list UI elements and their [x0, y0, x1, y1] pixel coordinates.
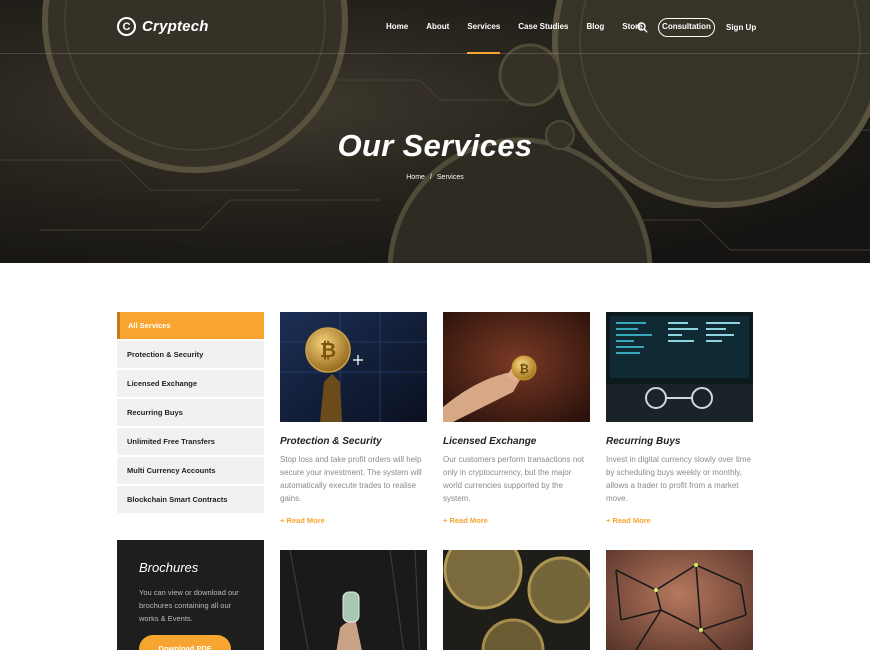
nav-home[interactable]: Home — [386, 0, 408, 54]
sidebar-item-recurring-buys[interactable]: Recurring Buys — [117, 399, 264, 426]
breadcrumb: Home / Services — [0, 174, 870, 181]
nav-about[interactable]: About — [426, 0, 449, 54]
top-navbar: C Cryptech Home About Services Case Stud… — [0, 0, 870, 54]
brand-logo[interactable]: C Cryptech — [117, 17, 209, 36]
sidebar-item-blockchain-smart-contracts[interactable]: Blockchain Smart Contracts — [117, 486, 264, 513]
service-image-hand-coin[interactable]: ₿ — [443, 312, 590, 422]
breadcrumb-home[interactable]: Home — [406, 174, 425, 181]
brochure-description: You can view or download our brochures c… — [139, 588, 239, 623]
nav-services[interactable]: Services — [467, 0, 500, 54]
service-title[interactable]: Recurring Buys — [606, 436, 753, 447]
service-image-bitcoin-stand[interactable]: ₿ — [280, 312, 427, 422]
consultation-button[interactable]: Consultation — [658, 18, 715, 37]
read-more-link[interactable]: + Read More — [606, 516, 651, 525]
brochure-title: Brochures — [139, 560, 199, 575]
service-title[interactable]: Licensed Exchange — [443, 436, 590, 447]
service-image-coins-circuit[interactable] — [443, 550, 590, 650]
service-description: Invest in digital currency slowly over t… — [606, 455, 751, 503]
service-description: Stop loss and take profit orders will he… — [280, 455, 422, 503]
sign-up-link[interactable]: Sign Up — [726, 23, 756, 32]
nav-case-studies[interactable]: Case Studies — [518, 0, 568, 54]
read-more-link[interactable]: + Read More — [443, 516, 488, 525]
main-menu: Home About Services Case Studies Blog St… — [386, 0, 661, 54]
service-image-network-mesh[interactable] — [606, 550, 753, 650]
search-icon[interactable] — [637, 22, 648, 33]
read-more-label: Read More — [449, 516, 488, 525]
service-image-trading-screens[interactable] — [606, 312, 753, 422]
sidebar-item-multi-currency-accounts[interactable]: Multi Currency Accounts — [117, 457, 264, 484]
sidebar-item-all-services[interactable]: All Services — [117, 312, 264, 339]
service-title[interactable]: Protection & Security — [280, 436, 427, 447]
service-card-licensed-exchange: ₿ Licensed Exchange Our customers perfor… — [443, 312, 590, 525]
service-card-row2-3 — [606, 550, 753, 650]
brand-logo-icon: C — [117, 17, 136, 36]
service-card-row2-2 — [443, 550, 590, 650]
svg-text:₿: ₿ — [320, 338, 336, 362]
read-more-link[interactable]: + Read More — [280, 516, 325, 525]
service-card-protection-security: ₿ Protection & Security Stop loss and ta… — [280, 312, 427, 525]
sidebar-item-protection-security[interactable]: Protection & Security — [117, 341, 264, 368]
read-more-label: Read More — [612, 516, 651, 525]
service-description: Our customers perform transactions not o… — [443, 455, 584, 503]
breadcrumb-current: Services — [436, 174, 464, 181]
page-title: Our Services — [337, 128, 533, 163]
download-pdf-button[interactable]: Download PDF — [139, 635, 231, 650]
service-image-hand-money-roll[interactable] — [280, 550, 427, 650]
sidebar-item-unlimited-free-transfers[interactable]: Unlimited Free Transfers — [117, 428, 264, 455]
service-card-recurring-buys: Recurring Buys Invest in digital currenc… — [606, 312, 753, 525]
brochure-panel: Brochures You can view or download our b… — [117, 540, 264, 650]
read-more-label: Read More — [286, 516, 325, 525]
sidebar-item-licensed-exchange[interactable]: Licensed Exchange — [117, 370, 264, 397]
service-card-row2-1 — [280, 550, 427, 650]
nav-blog[interactable]: Blog — [587, 0, 605, 54]
breadcrumb-separator: / — [429, 174, 432, 181]
brand-name: Cryptech — [142, 18, 209, 35]
services-category-list: All Services Protection & Security Licen… — [117, 312, 264, 515]
svg-text:₿: ₿ — [519, 362, 529, 376]
